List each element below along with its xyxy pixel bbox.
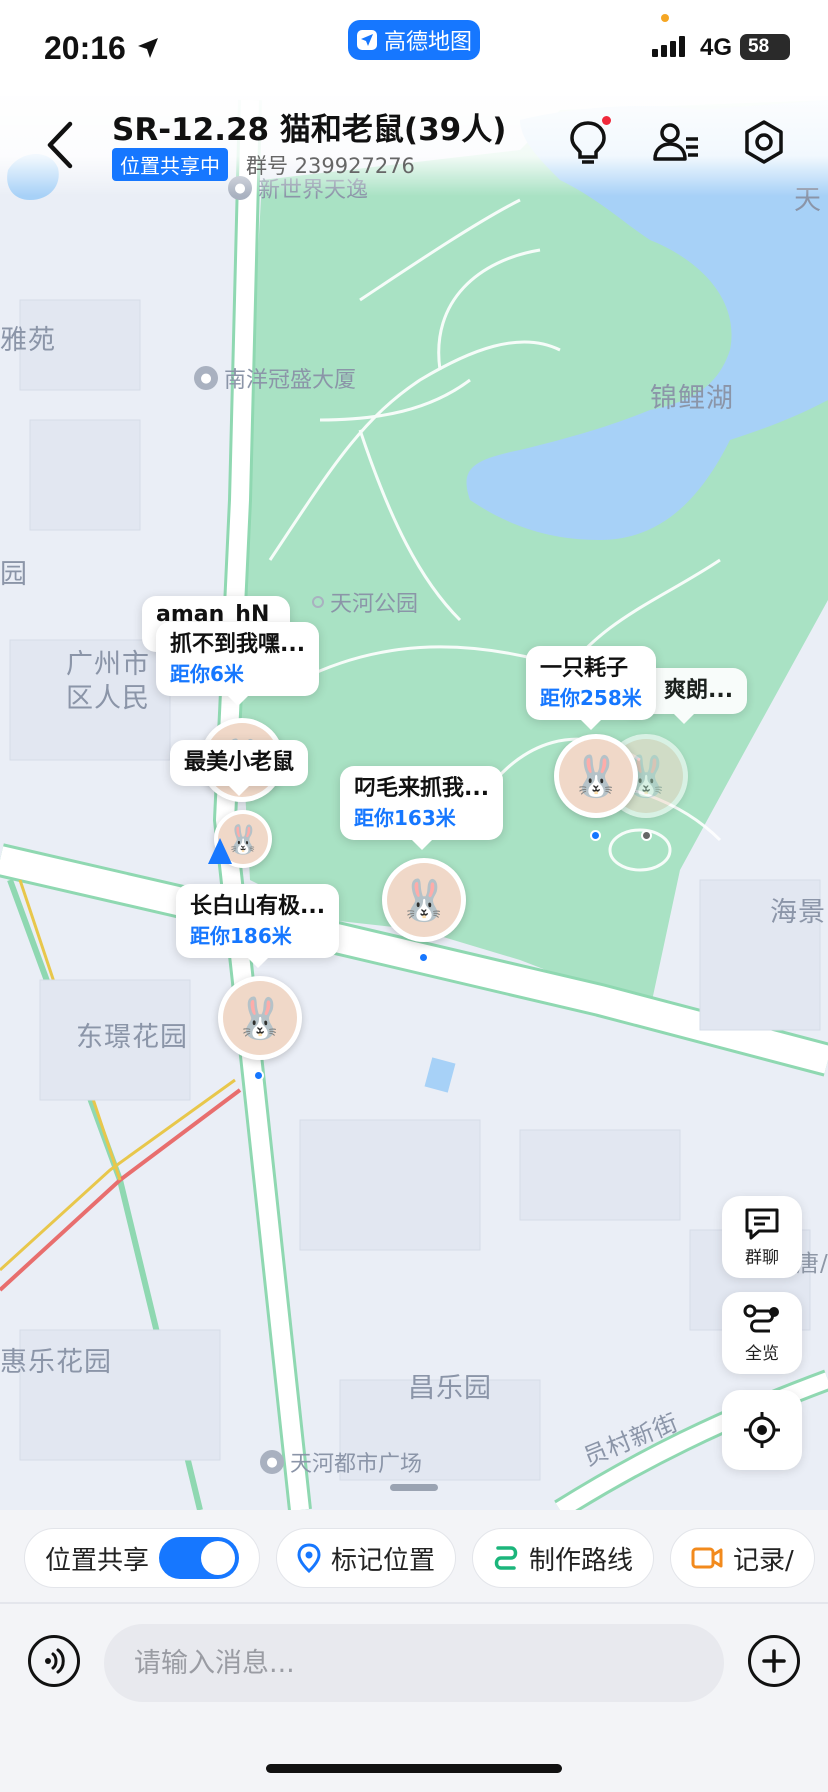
route-icon — [494, 1546, 518, 1570]
member-distance: 距你6米 — [170, 662, 244, 686]
location-services-icon — [138, 38, 158, 58]
locate-me-button[interactable] — [722, 1390, 802, 1470]
group-chat-label: 群聊 — [745, 1247, 779, 1268]
action-chips: 位置共享 标记位置 制作路线 记录/ — [24, 1528, 815, 1588]
dongjing-label: 东璟花园 — [76, 1022, 188, 1053]
member-avatar[interactable]: 🐰 — [554, 734, 638, 818]
crosshair-icon — [744, 1412, 780, 1448]
member-name: 叼毛来抓我... — [354, 776, 490, 801]
battery-level: 58 — [748, 36, 770, 57]
member-bubble[interactable]: 最美小老鼠 — [170, 740, 309, 796]
back-to-app-pill[interactable]: 高德地图 — [348, 20, 480, 60]
cellular-signal-icon — [652, 36, 685, 57]
huile-label: 惠乐花园 — [0, 1347, 112, 1378]
lake-label: 锦鲤湖 — [650, 383, 734, 414]
settings-button[interactable] — [736, 114, 792, 170]
changle-label: 昌乐园 — [408, 1373, 492, 1404]
more-actions-button[interactable] — [748, 1635, 800, 1687]
location-share-label: 位置共享 — [45, 1545, 150, 1576]
poi-label: 南洋冠盛大厦 — [224, 368, 357, 393]
member-location-dot — [253, 1070, 264, 1081]
member-location-dot — [418, 952, 429, 963]
member-location-dot — [641, 830, 652, 841]
location-share-chip[interactable]: 位置共享 — [24, 1528, 261, 1588]
battery-icon: 58 — [740, 34, 790, 60]
make-route-chip[interactable]: 制作路线 — [472, 1528, 655, 1588]
map-edge-label: 园 — [0, 559, 28, 590]
member-name: 最美小老鼠 — [184, 750, 295, 775]
member-distance: 距你186米 — [190, 924, 292, 948]
district-label-2: 区人民 — [66, 683, 150, 714]
poi-label: 天河公园 — [330, 592, 419, 617]
member-name: 抓不到我嘿... — [170, 632, 306, 657]
yayuan-label: 雅苑 — [0, 325, 56, 356]
message-input[interactable] — [104, 1624, 724, 1702]
settings-hexagon-icon — [745, 120, 783, 164]
rabbit-avatar-icon: 🐰 — [387, 863, 461, 937]
member-name: 一只耗子 — [540, 656, 629, 681]
member-bubble[interactable]: 叼毛来抓我... 距你163米 — [340, 766, 504, 850]
video-record-icon — [691, 1547, 723, 1569]
mark-location-label: 标记位置 — [331, 1545, 436, 1576]
member-distance: 距你258米 — [540, 686, 642, 710]
overview-button[interactable]: 全览 — [722, 1292, 802, 1374]
map-view[interactable]: ● 新世界天逸 ● 南洋冠盛大厦 锦鲤湖 天河公园 广州市 区人民 东璟花园 昌… — [0, 0, 828, 1510]
toggle-knob — [201, 1541, 236, 1575]
route-overview-icon — [743, 1304, 779, 1332]
group-header: SR-12.28 猫和老鼠(39人) 位置共享中 群号 239927276 — [0, 96, 828, 196]
location-share-toggle[interactable] — [159, 1537, 240, 1579]
members-button[interactable] — [648, 114, 704, 170]
group-members-icon — [653, 123, 698, 161]
member-location-dot — [590, 830, 601, 841]
poi-park[interactable]: 天河公园 — [312, 586, 418, 618]
overview-label: 全览 — [745, 1343, 779, 1364]
map-pin-icon — [297, 1543, 321, 1573]
status-bar: 20:16 高德地图 4G 58 — [0, 0, 828, 96]
plus-icon — [762, 1649, 786, 1673]
make-route-label: 制作路线 — [529, 1545, 634, 1576]
chat-icon — [745, 1208, 779, 1239]
back-icon[interactable] — [40, 118, 84, 172]
member-name: 长白山有极... — [190, 894, 326, 919]
rabbit-avatar-icon: 🐰 — [223, 981, 297, 1055]
panel-divider — [0, 1602, 828, 1604]
my-location-arrow-icon — [208, 838, 232, 864]
member-bubble[interactable]: 长白山有极... 距你186米 — [176, 884, 340, 968]
bottom-panel: 位置共享 标记位置 制作路线 记录/ — [0, 1510, 828, 1792]
panel-drag-handle[interactable] — [390, 1484, 438, 1491]
member-avatar[interactable]: 🐰 — [382, 858, 466, 942]
share-status-badge: 位置共享中 — [112, 148, 228, 181]
record-chip[interactable]: 记录/ — [670, 1528, 815, 1588]
mark-location-chip[interactable]: 标记位置 — [276, 1528, 457, 1588]
app-name: 高德地图 — [383, 30, 472, 55]
group-number: 群号 239927276 — [246, 154, 415, 178]
group-title: SR-12.28 猫和老鼠(39人) — [112, 112, 507, 148]
poi-nanyang[interactable]: ● 南洋冠盛大厦 — [194, 362, 356, 394]
poi-tianhe-mall[interactable]: ● 天河都市广场 — [260, 1446, 422, 1478]
rabbit-avatar-icon: 🐰 — [559, 739, 633, 813]
network-type: 4G — [700, 34, 733, 61]
notification-dot — [602, 116, 611, 125]
shopping-icon: ● — [260, 1450, 284, 1474]
map-base-layer — [0, 99, 828, 1510]
member-bubble[interactable]: 抓不到我嘿... 距你6米 — [156, 622, 320, 706]
member-distance: 距你163米 — [354, 806, 456, 830]
poi-label: 天河都市广场 — [290, 1452, 423, 1477]
home-indicator[interactable] — [266, 1764, 562, 1773]
voice-wave-icon — [45, 1648, 65, 1674]
member-bubble[interactable]: 一只耗子 距你258米 — [526, 646, 656, 730]
record-label: 记录/ — [733, 1545, 794, 1576]
privacy-indicator-dot — [661, 14, 669, 22]
haijing-label: 海景 — [770, 897, 826, 928]
voice-input-button[interactable] — [28, 1635, 80, 1687]
poi-pin-icon: ● — [194, 366, 218, 390]
group-chat-button[interactable]: 群聊 — [722, 1196, 802, 1278]
park-pin-icon — [312, 596, 324, 608]
status-time: 20:16 — [44, 30, 126, 66]
member-avatar[interactable]: 🐰 — [218, 976, 302, 1060]
amap-logo-icon — [356, 30, 377, 50]
lightbulb-icon — [570, 121, 606, 164]
